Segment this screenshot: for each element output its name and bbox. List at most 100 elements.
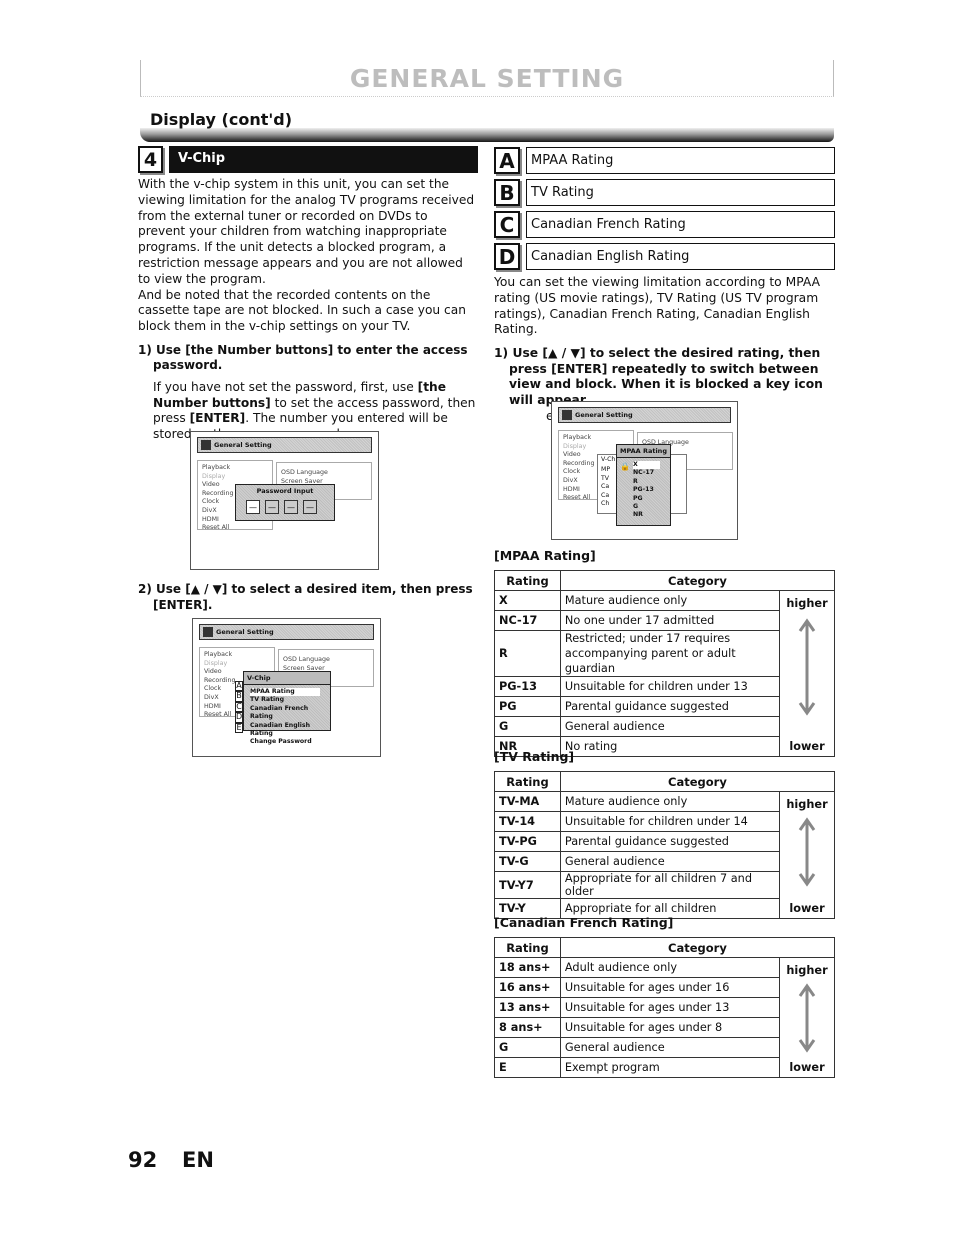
intro-paragraph-2: And be noted that the recorded contents … — [138, 287, 466, 334]
menu-item: Playback — [563, 434, 592, 441]
vchip-item-change-password[interactable]: Change Password — [250, 738, 330, 746]
category-cell: Mature audience only — [559, 791, 781, 812]
mpaa-item[interactable]: G — [633, 503, 670, 511]
letter-label: D — [235, 712, 243, 723]
key-enter: [ENTER] — [189, 411, 246, 426]
option-label: Canadian English Rating — [526, 243, 835, 270]
column-header-rating: Rating — [494, 937, 561, 958]
option-label: TV Rating — [526, 179, 835, 206]
category-cell: Restricted; under 17 requires accompanyi… — [559, 630, 781, 677]
rating-instruction: 1) Use [▲ / ▼] to select the desired rat… — [494, 346, 823, 407]
lock-icon: 🔒 — [620, 462, 630, 471]
menu-item: Reset All — [202, 524, 230, 532]
rating-cell: TV-MA — [494, 791, 561, 812]
page-header: GENERAL SETTING — [140, 60, 834, 97]
table-header-row: Rating Category — [494, 570, 836, 591]
table-header-row: Rating Category — [494, 937, 836, 958]
password-digit[interactable]: — — [303, 500, 317, 514]
rating-cell: X — [494, 590, 561, 611]
mpaa-item[interactable]: X — [633, 461, 660, 470]
table-row: TV-MA Mature audience only higher lower — [494, 791, 835, 919]
section-title: Display (cont'd) — [150, 110, 293, 129]
screen-title-bar: General Setting — [558, 407, 731, 423]
screen-vchip-menu: General Setting Playback Display Video R… — [192, 618, 381, 757]
rating-cell: 16 ans+ — [494, 977, 561, 998]
category-cell: Appropriate for all children 7 and older — [559, 871, 781, 899]
mpaa-rating-table: Rating Category X Mature audience only h… — [494, 570, 836, 757]
text: If you have not set the password, first,… — [153, 379, 418, 394]
submenu-item: OSD Language — [283, 656, 330, 663]
category-cell: Exempt program — [559, 1057, 781, 1078]
vchip-item-mpaa[interactable]: MPAA Rating — [250, 688, 320, 697]
lower-label: lower — [789, 902, 825, 915]
column-header-rating: Rating — [494, 771, 561, 792]
password-digit[interactable]: — — [284, 500, 298, 514]
mpaa-item[interactable]: PG — [633, 495, 670, 503]
category-cell: Unsuitable for ages under 16 — [559, 977, 781, 998]
table-row: 18 ans+ Adult audience only higher lower — [494, 957, 835, 1078]
vchip-popup-title: V-Chip — [244, 672, 330, 685]
screen-title: General Setting — [575, 411, 633, 419]
tv-rating-table: Rating Category TV-MA Mature audience on… — [494, 771, 836, 919]
mpaa-popup-title: MPAA Rating — [617, 445, 670, 458]
letter-label: B — [235, 691, 243, 702]
letter-label: C — [235, 701, 243, 713]
password-digit[interactable]: — — [265, 500, 279, 514]
option-letter: B — [494, 179, 520, 206]
left-column: 4 V-Chip With the v-chip system in this … — [138, 146, 478, 442]
option-letter: C — [494, 211, 520, 238]
option-label: MPAA Rating — [526, 147, 835, 174]
rating-cell: TV-PG — [494, 831, 561, 852]
table-row: X Mature audience only higher lower — [494, 590, 835, 757]
category-cell: Parental guidance suggested — [559, 696, 781, 717]
vchip-item-canadian-english[interactable]: Canadian English Rating — [250, 722, 330, 739]
screen-title: General Setting — [216, 628, 274, 636]
column-header-category: Category — [559, 937, 836, 958]
option-row-b: B TV Rating — [494, 179, 835, 206]
rating-cell: G — [494, 1037, 561, 1058]
vchip-letters: A B C D E — [235, 681, 243, 734]
screen-mpaa-rating: General Setting Playback Display Video R… — [551, 401, 738, 540]
intro-paragraph-1: With the v-chip system in this unit, you… — [138, 177, 475, 286]
settings-icon — [203, 627, 213, 637]
mpaa-item[interactable]: NR — [633, 511, 670, 519]
rating-cell: 8 ans+ — [494, 1017, 561, 1038]
rating-cell: R — [494, 630, 561, 677]
password-popup: Password Input — — — — — [235, 484, 335, 521]
category-cell: General audience — [559, 851, 781, 872]
letter-label: A — [235, 681, 243, 692]
vchip-item-tv[interactable]: TV Rating — [250, 696, 330, 704]
category-cell: Unsuitable for ages under 8 — [559, 1017, 781, 1038]
submenu-item: OSD Language — [281, 469, 328, 476]
up-down-arrow-icon — [798, 618, 816, 716]
section-bar: Display (cont'd) — [140, 110, 834, 142]
right-column: A MPAA Rating B TV Rating C Canadian Fre… — [494, 147, 835, 423]
category-cell: No rating — [559, 736, 781, 757]
password-boxes: — — — — — [236, 495, 334, 514]
mpaa-popup: MPAA Rating 🔒 X NC-17 R PG-13 PG G NR — [616, 444, 671, 526]
mpaa-item[interactable]: NC-17 — [633, 469, 670, 477]
higher-label: higher — [786, 597, 828, 610]
mpaa-item[interactable]: PG-13 — [633, 486, 670, 494]
higher-label: higher — [786, 964, 828, 977]
rating-cell: TV-G — [494, 851, 561, 872]
menu-item: Display — [202, 472, 226, 480]
lower-label: lower — [789, 1061, 825, 1074]
screen-title: General Setting — [214, 441, 272, 449]
settings-icon — [201, 440, 211, 450]
order-indicator: higher lower — [779, 590, 835, 757]
rating-cell: 13 ans+ — [494, 997, 561, 1018]
tv-table-title: [TV Rating] — [494, 749, 575, 764]
password-popup-title: Password Input — [256, 487, 314, 495]
instruction-step-2: 2) Use [▲ / ▼] to select a desired item,… — [138, 582, 473, 612]
password-digit[interactable]: — — [246, 500, 260, 514]
menu-item: Playback — [202, 464, 231, 471]
canadian-french-rating-table: Rating Category 18 ans+ Adult audience o… — [494, 937, 836, 1078]
vchip-item-canadian-french[interactable]: Canadian French Rating — [250, 705, 330, 722]
mpaa-item[interactable]: R — [633, 478, 670, 486]
vchip-popup: V-Chip MPAA Rating TV Rating Canadian Fr… — [243, 671, 331, 745]
option-row-a: A MPAA Rating — [494, 147, 835, 174]
rating-cell: TV-14 — [494, 811, 561, 832]
column-header-category: Category — [559, 771, 836, 792]
up-down-arrow-icon — [798, 817, 816, 887]
